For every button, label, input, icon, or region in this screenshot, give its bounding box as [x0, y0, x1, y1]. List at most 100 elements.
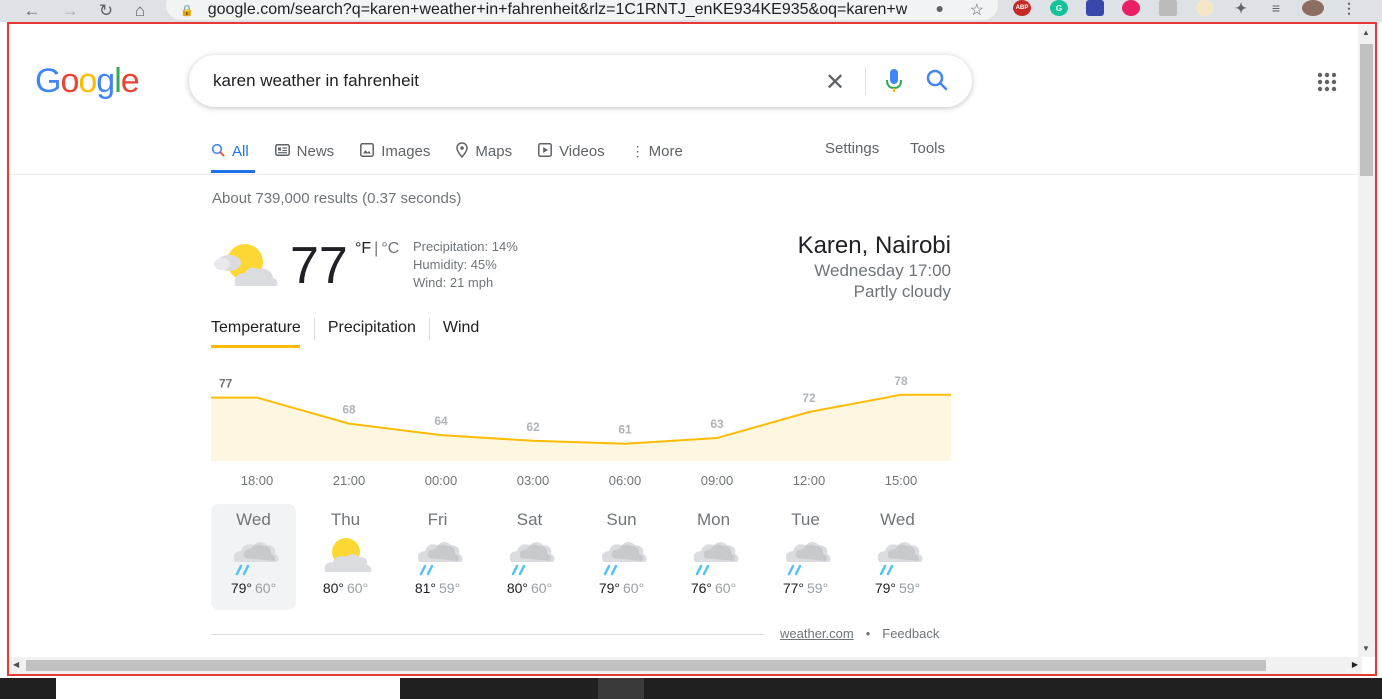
- fahrenheit-unit[interactable]: °F: [355, 240, 371, 257]
- forecast-temps: 80° 60°: [303, 580, 388, 596]
- search-divider: [865, 67, 866, 95]
- forecast-day[interactable]: Fri 81° 59°: [395, 504, 480, 610]
- weather-condition: Partly cloudy: [853, 282, 951, 301]
- weather-details: Precipitation: 14% Humidity: 45% Wind: 2…: [413, 238, 518, 292]
- address-bar[interactable]: 🔒 google.com/search?q=karen+weather+in+f…: [166, 0, 998, 20]
- hour-label: 00:00: [424, 473, 458, 488]
- reading-list-icon[interactable]: ≡: [1267, 0, 1285, 16]
- forecast-day[interactable]: Thu 80° 60°: [303, 504, 388, 610]
- puzzle-extensions-icon[interactable]: ✦: [1232, 0, 1250, 16]
- forecast-low: 59°: [899, 580, 921, 596]
- weather-source-link[interactable]: weather.com: [780, 626, 854, 641]
- scroll-up-icon[interactable]: ▲: [1362, 28, 1370, 37]
- extension-icon-4[interactable]: [1122, 0, 1140, 16]
- vertical-scrollbar[interactable]: ▲ ▼: [1358, 24, 1375, 657]
- forecast-day[interactable]: Wed 79° 60°: [211, 504, 296, 610]
- rain-cloud-icon: [763, 534, 848, 578]
- forecast-low: 60°: [623, 580, 645, 596]
- feedback-link[interactable]: Feedback: [882, 626, 939, 641]
- horizontal-scrollbar[interactable]: ◀ ▶: [9, 657, 1362, 674]
- forecast-low: 59°: [439, 580, 461, 596]
- bookmark-star-icon[interactable]: ☆: [970, 0, 984, 20]
- forecast-temps: 79° 60°: [211, 580, 296, 596]
- forecast-day[interactable]: Tue 77° 59°: [763, 504, 848, 610]
- tab-images[interactable]: Images: [360, 140, 430, 162]
- scroll-right-icon[interactable]: ▶: [1352, 660, 1358, 669]
- horizontal-scroll-thumb[interactable]: [26, 660, 1266, 671]
- forecast-day-name: Thu: [330, 510, 361, 529]
- forecast-high: 79°: [598, 580, 620, 596]
- subtab-temperature[interactable]: Temperature: [211, 318, 315, 340]
- extension-icon-3[interactable]: [1086, 0, 1104, 16]
- extension-icon-6[interactable]: [1196, 0, 1214, 16]
- taskbar-app-icon[interactable]: [598, 678, 644, 699]
- forecast-day[interactable]: Mon 76° 60°: [671, 504, 756, 610]
- search-box[interactable]: ✕: [189, 55, 972, 107]
- vertical-scroll-thumb[interactable]: [1360, 44, 1373, 176]
- partly-cloudy-icon: [211, 240, 279, 295]
- subtab-wind[interactable]: Wind: [443, 318, 492, 340]
- address-url[interactable]: google.com/search?q=karen+weather+in+fah…: [208, 1, 908, 19]
- adblock-extension-icon[interactable]: ABP: [1013, 0, 1031, 16]
- image-icon: [360, 142, 375, 160]
- clear-icon[interactable]: ✕: [825, 68, 845, 97]
- taskbar-window[interactable]: [56, 678, 400, 699]
- rain-cloud-icon: [211, 534, 296, 578]
- weather-footer: weather.com • Feedback: [780, 626, 939, 641]
- search-input[interactable]: [213, 69, 813, 93]
- chart-data-label: 62: [526, 420, 540, 434]
- unit-toggle: °F | °C: [355, 240, 399, 258]
- forecast-day[interactable]: Wed 79° 59°: [855, 504, 940, 610]
- forecast-high: 81°: [414, 580, 436, 596]
- temperature-chart[interactable]: 77 68 64 62 61 63 72 78: [211, 369, 951, 461]
- forecast-high: 80°: [322, 580, 344, 596]
- back-arrow-icon[interactable]: ←: [18, 0, 46, 22]
- tab-more[interactable]: ⋮ More: [631, 140, 683, 162]
- tab-maps[interactable]: Maps: [456, 140, 512, 162]
- search-icon: [211, 143, 225, 160]
- location-icon[interactable]: ●: [936, 0, 944, 16]
- chart-data-label: 68: [342, 403, 356, 417]
- forecast-day[interactable]: Sun 79° 60°: [579, 504, 664, 610]
- browser-menu-icon[interactable]: ⋮: [1340, 0, 1358, 16]
- forecast-low: 60°: [531, 580, 553, 596]
- settings-link[interactable]: Settings: [825, 140, 879, 157]
- forecast-day-name: Sat: [516, 510, 543, 529]
- grammarly-extension-icon[interactable]: G: [1050, 0, 1068, 16]
- tab-all[interactable]: All: [211, 140, 249, 162]
- microphone-icon[interactable]: [885, 68, 903, 99]
- celsius-unit[interactable]: °C: [381, 240, 399, 257]
- forecast-low: 60°: [715, 580, 737, 596]
- forecast-high: 80°: [506, 580, 528, 596]
- partly-cloudy-icon: [303, 534, 388, 578]
- tools-link[interactable]: Tools: [910, 140, 945, 157]
- result-stats: About 739,000 results (0.37 seconds): [212, 190, 462, 207]
- scroll-down-icon[interactable]: ▼: [1362, 644, 1370, 653]
- home-icon[interactable]: ⌂: [126, 0, 154, 22]
- forecast-day-name: Tue: [791, 510, 820, 529]
- scroll-left-icon[interactable]: ◀: [13, 660, 19, 669]
- forward-arrow-icon[interactable]: →: [56, 0, 84, 22]
- weather-datetime: Wednesday 17:00: [814, 261, 951, 280]
- forecast-day-name: Wed: [236, 510, 271, 529]
- forecast-temps: 81° 59°: [395, 580, 480, 596]
- forecast-day[interactable]: Sat 80° 60°: [487, 504, 572, 610]
- google-apps-icon[interactable]: [1317, 72, 1337, 97]
- avatar[interactable]: [1302, 0, 1324, 16]
- extension-icon-5[interactable]: [1159, 0, 1177, 16]
- search-tabs: All News Images Maps Videos ⋮ More: [211, 140, 709, 178]
- rain-cloud-icon: [395, 534, 480, 578]
- unit-separator: |: [374, 240, 379, 257]
- forecast-day-name: Mon: [696, 510, 731, 529]
- hour-label: 18:00: [240, 473, 274, 488]
- tab-news[interactable]: News: [274, 140, 334, 162]
- page-viewport: Google ✕: [7, 22, 1377, 676]
- hour-label: 21:00: [332, 473, 366, 488]
- rain-cloud-icon: [487, 534, 572, 578]
- reload-icon[interactable]: ↻: [92, 0, 120, 22]
- tab-videos[interactable]: Videos: [538, 140, 605, 162]
- search-icon[interactable]: [925, 68, 949, 97]
- google-logo[interactable]: Google: [35, 62, 140, 101]
- subtab-precipitation[interactable]: Precipitation: [328, 318, 430, 340]
- forecast-temps: 77° 59°: [763, 580, 848, 596]
